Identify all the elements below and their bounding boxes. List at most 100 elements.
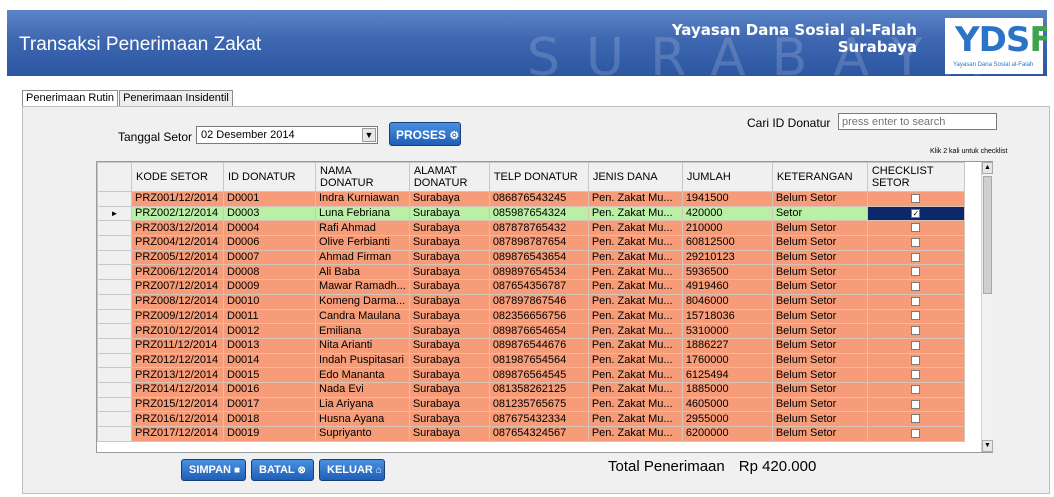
checklist-setor-cell[interactable] — [866, 191, 965, 207]
row-indicator[interactable] — [97, 235, 132, 251]
proses-button[interactable]: PROSES ⚙ — [389, 122, 461, 146]
cell-alamat: Surabaya — [408, 411, 490, 427]
checklist-setor-cell[interactable] — [866, 337, 965, 354]
table-row[interactable]: PRZ004/12/2014 D0006 Olive Ferbianti Suraba… — [97, 235, 965, 251]
table-row[interactable]: PRZ001/12/2014 D0001 Indra Kurniawan Suraba… — [97, 191, 965, 207]
scroll-up-icon[interactable]: ▲ — [982, 162, 993, 174]
cell-alamat: Surabaya — [408, 205, 490, 222]
cell-ket: Belum Setor — [771, 279, 868, 295]
cell-kode: PRZ014/12/2014 — [131, 381, 224, 398]
cell-id: D0001 — [223, 191, 316, 207]
table-row[interactable]: PRZ009/12/2014 D0011 Candra Maulana Surabay… — [97, 308, 965, 325]
column-header[interactable]: JUMLAH — [681, 162, 773, 192]
row-indicator[interactable] — [97, 249, 132, 266]
checklist-setor-cell[interactable] — [866, 352, 965, 369]
checklist-setor-cell[interactable] — [866, 381, 965, 398]
row-indicator[interactable] — [97, 323, 132, 339]
batal-button[interactable]: BATAL ⊗ — [251, 459, 314, 481]
checkbox[interactable] — [911, 340, 921, 350]
checkbox[interactable] — [911, 399, 921, 409]
checkbox[interactable] — [911, 326, 921, 336]
table-row[interactable]: PRZ017/12/2014 D0019 Supriyanto Surabaya 087… — [97, 426, 965, 442]
tanggal-setor-dropdown[interactable]: 02 Desember 2014 ▼ — [196, 126, 378, 144]
row-indicator[interactable] — [97, 191, 132, 207]
table-row[interactable]: PRZ010/12/2014 D0012 Emiliana Surabaya 08987… — [97, 323, 965, 339]
table-row[interactable]: ► PRZ002/12/2014 D0003 Luna Febriana Surabay… — [97, 205, 965, 222]
row-indicator[interactable] — [97, 396, 132, 413]
checklist-setor-cell[interactable] — [866, 220, 965, 237]
checklist-setor-cell[interactable] — [866, 249, 965, 266]
checklist-setor-cell[interactable] — [866, 411, 965, 427]
checkbox[interactable] — [911, 384, 921, 394]
checkbox[interactable] — [911, 282, 921, 292]
cell-alamat: Surabaya — [408, 323, 490, 339]
checkbox[interactable] — [911, 193, 921, 203]
column-header[interactable]: KETERANGAN — [771, 162, 868, 192]
row-indicator[interactable] — [97, 352, 132, 369]
table-row[interactable]: PRZ011/12/2014 D0013 Nita Arianti Surabaya 0… — [97, 337, 965, 354]
column-header[interactable]: NAMA DONATUR — [315, 162, 410, 192]
cell-kode: PRZ012/12/2014 — [131, 352, 224, 369]
tab-penerimaan-rutin[interactable]: Penerimaan Rutin — [22, 90, 119, 107]
checklist-setor-cell[interactable] — [866, 279, 965, 295]
table-row[interactable]: PRZ007/12/2014 D0009 Mawar Ramadh... Suraba… — [97, 279, 965, 295]
checkbox[interactable] — [911, 267, 921, 277]
row-indicator[interactable] — [97, 264, 132, 281]
table-row[interactable]: PRZ012/12/2014 D0014 Indah Puspitasari Sura… — [97, 352, 965, 369]
row-indicator[interactable] — [97, 293, 132, 310]
row-indicator[interactable] — [97, 426, 132, 442]
simpan-button[interactable]: SIMPAN ■ — [181, 459, 246, 481]
row-indicator[interactable] — [97, 381, 132, 398]
table-scrollbar[interactable]: ▲ ▼ — [981, 162, 993, 452]
checklist-setor-cell[interactable] — [866, 293, 965, 310]
column-header[interactable]: ALAMAT DONATUR — [408, 162, 490, 192]
checklist-setor-cell[interactable] — [866, 264, 965, 281]
checklist-setor-cell[interactable] — [866, 367, 965, 383]
table-row[interactable]: PRZ003/12/2014 D0004 Rafi Ahmad Surabaya 087… — [97, 220, 965, 237]
table-row[interactable]: PRZ006/12/2014 D0008 Ali Baba Surabaya 08989… — [97, 264, 965, 281]
scroll-thumb[interactable] — [983, 176, 992, 294]
table-row[interactable]: PRZ015/12/2014 D0017 Lia Ariyana Surabaya 08… — [97, 396, 965, 413]
table-row[interactable]: PRZ013/12/2014 D0015 Edo Mananta Surabaya 08… — [97, 367, 965, 383]
column-header[interactable]: TELP DONATUR — [488, 162, 589, 192]
checklist-setor-cell[interactable] — [866, 235, 965, 251]
row-indicator[interactable] — [97, 367, 132, 383]
chevron-down-icon[interactable]: ▼ — [362, 128, 376, 142]
row-indicator[interactable] — [97, 279, 132, 295]
checkbox[interactable] — [911, 252, 921, 262]
row-indicator[interactable]: ► — [97, 205, 132, 222]
scroll-down-icon[interactable]: ▼ — [982, 440, 993, 452]
row-indicator[interactable] — [97, 308, 132, 325]
column-header[interactable]: CHECKLIST SETOR — [866, 162, 965, 192]
checklist-setor-cell[interactable] — [866, 308, 965, 325]
cell-ket: Belum Setor — [771, 411, 868, 427]
checkbox[interactable] — [911, 428, 921, 438]
row-indicator[interactable] — [97, 337, 132, 354]
checkbox[interactable] — [911, 311, 921, 321]
checklist-setor-cell[interactable] — [866, 323, 965, 339]
row-indicator[interactable] — [97, 411, 132, 427]
table-row[interactable]: PRZ008/12/2014 D0010 Komeng Darma... Suraba… — [97, 293, 965, 310]
column-header[interactable]: ID DONATUR — [223, 162, 316, 192]
tab-penerimaan-insidentil[interactable]: Penerimaan Insidentil — [119, 90, 233, 107]
cell-id: D0013 — [223, 337, 316, 354]
checkbox[interactable] — [911, 223, 921, 233]
checklist-setor-cell[interactable] — [866, 426, 965, 442]
cari-id-donatur-input[interactable] — [838, 113, 997, 130]
column-header[interactable]: JENIS DANA — [587, 162, 683, 192]
keluar-button[interactable]: KELUAR ⌂ — [319, 459, 385, 481]
column-header[interactable]: KODE SETOR — [131, 162, 224, 192]
checkbox[interactable] — [911, 296, 921, 306]
checklist-setor-cell[interactable]: ✓ — [866, 205, 965, 222]
cell-kode: PRZ009/12/2014 — [131, 308, 224, 325]
table-row[interactable]: PRZ016/12/2014 D0018 Husna Ayana Surabaya 08… — [97, 411, 965, 427]
checkbox[interactable] — [911, 355, 921, 365]
checkbox[interactable]: ✓ — [911, 208, 921, 218]
table-row[interactable]: PRZ005/12/2014 D0007 Ahmad Firman Surabaya 0… — [97, 249, 965, 266]
checkbox[interactable] — [911, 370, 921, 380]
checkbox[interactable] — [911, 238, 921, 247]
row-indicator[interactable] — [97, 220, 132, 237]
table-row[interactable]: PRZ014/12/2014 D0016 Nada Evi Surabaya 08135… — [97, 381, 965, 398]
checklist-setor-cell[interactable] — [866, 396, 965, 413]
checkbox[interactable] — [911, 414, 921, 424]
